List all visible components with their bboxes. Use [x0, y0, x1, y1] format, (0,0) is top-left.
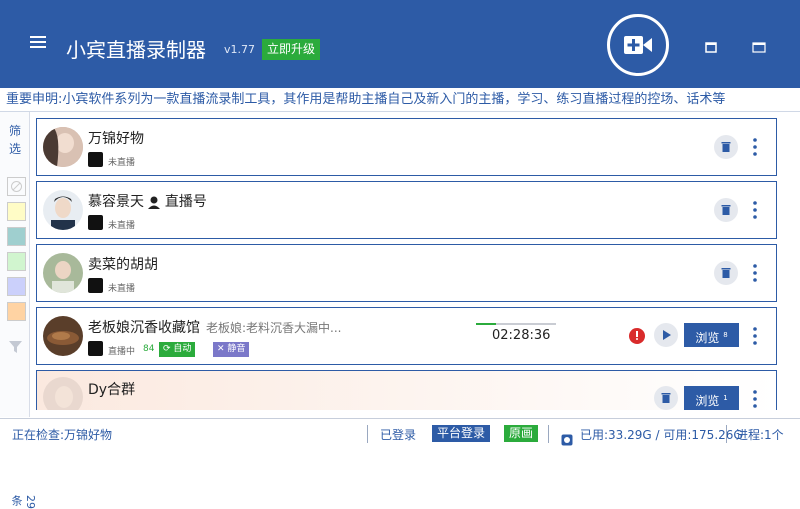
record-progress-fill — [476, 323, 496, 325]
stream-description: 老板娘:老料沉香大漏中... — [206, 321, 342, 335]
trash-icon — [661, 393, 671, 403]
window-icon — [752, 42, 766, 53]
filter-sidebar: 筛 选 29条 — [0, 112, 37, 509]
browse-button[interactable]: 浏览 8 — [684, 323, 739, 347]
auto-label: 自动 — [173, 344, 192, 354]
platform-login-button[interactable]: 平台登录 — [432, 425, 491, 442]
avatar — [43, 190, 83, 230]
app-title: 小宾直播录制器 — [66, 38, 206, 62]
douyin-icon — [88, 152, 103, 167]
filter-label[interactable]: 筛 — [0, 122, 30, 139]
more-icon[interactable] — [747, 326, 763, 346]
more-icon[interactable] — [747, 263, 763, 283]
filter-swatch-purple[interactable] — [7, 277, 26, 296]
trash-icon — [721, 142, 731, 152]
storage-status: 已用:33.29G / 可用:175.26G — [580, 428, 743, 442]
fullscreen-button[interactable] — [752, 38, 766, 53]
avatar — [43, 253, 83, 293]
stream-status: 未直播 — [108, 158, 136, 168]
streamer-name-text: 慕容景天 — [88, 194, 144, 210]
streamer-name: 慕容景天 直播号 — [88, 191, 207, 211]
upgrade-button[interactable]: 立即升级 — [262, 39, 321, 60]
delete-button[interactable] — [714, 261, 738, 285]
streamer-name: 老板娘沉香收藏馆 老板娘:老料沉香大漏中... — [88, 317, 342, 337]
douyin-icon — [88, 278, 103, 293]
more-icon[interactable] — [747, 137, 763, 157]
browse-count: 1 — [723, 394, 728, 402]
clear-filter-icon[interactable] — [8, 339, 24, 359]
no-filter-icon — [11, 181, 22, 192]
trash-icon — [721, 268, 731, 278]
record-progress — [476, 323, 556, 325]
streamer-card-live[interactable]: 老板娘沉香收藏馆 老板娘:老料沉香大漏中... 直播中 84 ⟳ 自动 ✕ 静音 … — [36, 307, 777, 365]
filter-swatch-teal[interactable] — [7, 227, 26, 246]
filter-label[interactable]: 选 — [0, 140, 30, 157]
app-version: v1.77 — [224, 43, 256, 56]
stream-status: 未直播 — [108, 284, 136, 294]
status-divider — [367, 425, 368, 443]
viewer-count: 84 — [143, 344, 155, 354]
delete-button[interactable] — [654, 386, 678, 410]
auto-record-toggle[interactable]: ⟳ 自动 — [159, 342, 196, 357]
checking-status: 正在检查:万锦好物 — [12, 428, 113, 442]
douyin-icon — [88, 215, 103, 230]
item-count: 29条 — [10, 495, 37, 509]
person-icon — [148, 196, 161, 209]
mute-icon: ✕ — [217, 344, 228, 354]
notice-bar: 重要申明:小宾软件系列为一款直播流录制工具，其作用是帮助主播自己及新入门的主播，… — [0, 88, 800, 112]
stream-status: 未直播 — [108, 221, 136, 231]
delete-button[interactable] — [714, 135, 738, 159]
maximize-icon — [705, 42, 717, 53]
quality-button[interactable]: 原画 — [504, 425, 539, 442]
status-bar: 正在检查:万锦好物 已登录 平台登录 原画 已用:33.29G / 可用:175… — [0, 418, 800, 450]
streamer-card[interactable]: 万锦好物 未直播 — [36, 118, 777, 176]
browse-button[interactable]: 浏览 1 — [684, 386, 739, 410]
streamer-name-suffix: 直播号 — [164, 194, 207, 210]
filter-swatch-orange[interactable] — [7, 302, 26, 321]
streamer-name: Dy合群 — [88, 382, 136, 398]
streamer-name-text: 老板娘沉香收藏馆 — [88, 320, 200, 336]
avatar — [43, 377, 83, 410]
stop-record-button[interactable] — [626, 324, 648, 346]
menu-icon[interactable] — [30, 36, 46, 50]
title-bar: 小宾直播录制器 v1.77 立即升级 — [0, 0, 800, 88]
status-divider — [726, 425, 727, 443]
filter-swatch-none[interactable] — [7, 177, 26, 196]
filter-swatch-green[interactable] — [7, 252, 26, 271]
streamer-name: 卖菜的胡胡 — [88, 257, 158, 273]
trash-icon — [721, 205, 731, 215]
record-alarm-icon — [629, 328, 645, 344]
browse-label: 浏览 — [695, 331, 720, 345]
browse-label: 浏览 — [695, 394, 720, 408]
more-icon[interactable] — [747, 200, 763, 220]
disk-icon — [561, 428, 573, 446]
avatar — [43, 316, 83, 356]
more-icon[interactable] — [747, 389, 763, 409]
mute-label: 静音 — [227, 344, 246, 354]
login-status: 已登录 — [380, 428, 417, 442]
auto-icon: ⟳ — [163, 344, 174, 354]
delete-button[interactable] — [714, 198, 738, 222]
streamer-card[interactable]: 慕容景天 直播号 未直播 — [36, 181, 777, 239]
status-divider — [548, 425, 549, 443]
streamer-name: 万锦好物 — [88, 131, 144, 147]
play-icon — [663, 330, 671, 340]
play-button[interactable] — [654, 323, 678, 347]
filter-swatch-yellow[interactable] — [7, 202, 26, 221]
add-record-button[interactable] — [607, 14, 669, 76]
streamer-card[interactable]: Dy合群 浏览 1 — [36, 370, 777, 410]
browse-count: 8 — [723, 331, 728, 339]
record-timer: 02:28:36 — [492, 328, 551, 343]
process-status: 进程:1个 — [736, 428, 784, 442]
video-add-icon — [624, 36, 652, 54]
notice-text: 重要申明:小宾软件系列为一款直播流录制工具，其作用是帮助主播自己及新入门的主播，… — [6, 92, 726, 107]
avatar — [43, 127, 83, 167]
streamer-card[interactable]: 卖菜的胡胡 未直播 — [36, 244, 777, 302]
maximize-button[interactable] — [705, 38, 719, 53]
mute-toggle[interactable]: ✕ 静音 — [213, 342, 250, 357]
stream-status: 直播中 — [108, 347, 136, 357]
douyin-icon — [88, 341, 103, 356]
